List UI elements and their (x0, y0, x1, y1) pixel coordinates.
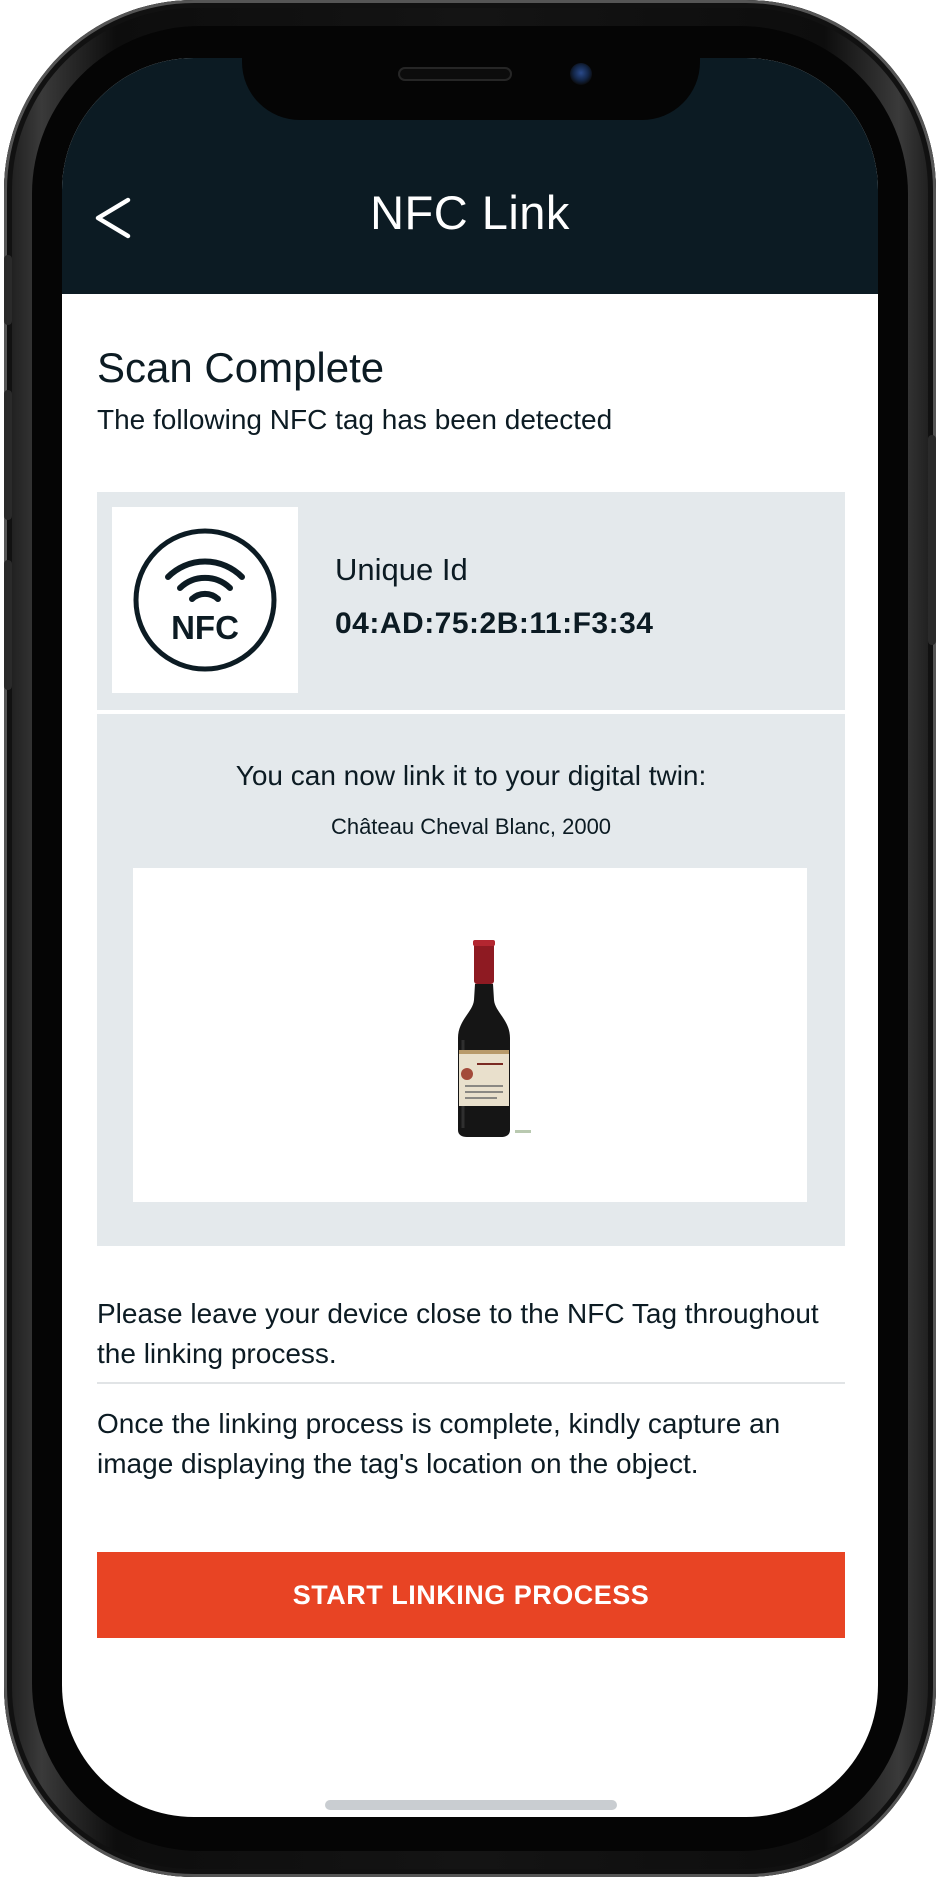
divider (97, 1382, 845, 1384)
product-image (133, 868, 807, 1202)
scan-subtitle: The following NFC tag has been detected (97, 404, 613, 435)
wine-bottle-image (458, 940, 531, 1137)
nfc-icon: NFC (133, 528, 277, 672)
nfc-icon-text: NFC (171, 609, 239, 646)
phone-screen: NFC Link Scan Complete The following NFC… (62, 58, 878, 1817)
digital-twin-card: You can now link it to your digital twin… (97, 714, 845, 1246)
unique-id-label: Unique Id (335, 552, 468, 587)
notch (242, 58, 700, 120)
page-title: NFC Link (370, 186, 570, 239)
home-indicator[interactable] (325, 1800, 617, 1810)
digital-twin-name: Château Cheval Blanc, 2000 (330, 814, 612, 839)
digital-twin-prompt: You can now link it to your digital twin… (235, 760, 707, 791)
tag-card: NFC Unique Id 04:AD:75:2B:11:F3:34 (97, 492, 845, 710)
volume-down-button (4, 560, 12, 690)
device-proximity-note: Please leave your device close to the NF… (97, 1298, 819, 1369)
capture-image-note: Once the linking process is complete, ki… (97, 1408, 781, 1479)
volume-up-button (4, 390, 12, 520)
front-camera (570, 63, 592, 85)
start-linking-button[interactable]: START LINKING PROCESS (97, 1552, 845, 1638)
unique-id-value: 04:AD:75:2B:11:F3:34 (335, 607, 654, 640)
power-button (928, 435, 936, 645)
mute-switch (4, 255, 12, 325)
scan-title: Scan Complete (97, 344, 385, 391)
nfc-tile: NFC (112, 507, 298, 693)
speaker-grille (398, 67, 512, 81)
